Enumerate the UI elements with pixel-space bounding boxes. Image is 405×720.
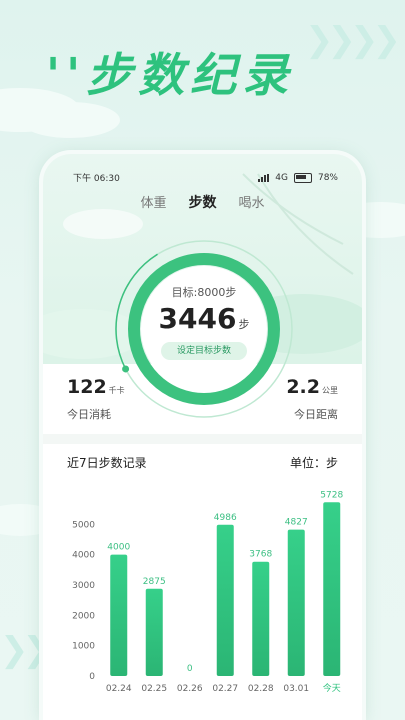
records-unit: 单位：步 <box>289 456 338 470</box>
battery-level: 78% <box>317 172 338 183</box>
section-divider <box>43 434 362 444</box>
calories-value: 122 <box>67 376 107 398</box>
phone-screen: 下午 06:30 4G 78% 体重 步数 喝水 目标:8000步 3446 步 … <box>43 154 362 720</box>
x-tick-label: 02.24 <box>106 684 132 694</box>
ring-content: 目标:8000步 3446 步 设定目标步数 <box>109 234 299 424</box>
bar-value-label: 5728 <box>320 490 343 500</box>
status-time: 下午 06:30 <box>73 174 120 184</box>
chart-bar[interactable] <box>323 502 341 676</box>
x-tick-label: 02.28 <box>248 684 274 694</box>
distance-value: 2.2 <box>286 376 320 398</box>
y-tick-label: 5000 <box>72 520 95 530</box>
calories-stat: 122 千卡 <box>67 376 125 398</box>
bar-value-label: 4827 <box>285 518 308 528</box>
chart-bar[interactable] <box>110 554 128 676</box>
bar-value-label: 4000 <box>107 543 130 553</box>
network-type: 4G <box>275 172 288 183</box>
chart-bar[interactable] <box>145 588 163 676</box>
step-count: 3446 步 <box>109 302 299 335</box>
chart-bar[interactable] <box>216 524 234 676</box>
status-bar: 下午 06:30 4G 78% <box>73 171 338 184</box>
chevrons-decoration-bottom: ❯❯ <box>0 630 51 670</box>
chart-bar[interactable] <box>252 561 270 676</box>
tab-weight[interactable]: 体重 <box>140 192 166 212</box>
x-tick-label: 03.01 <box>283 684 309 694</box>
y-tick-label: 3000 <box>72 581 95 591</box>
bar-value-label: 2875 <box>143 577 166 587</box>
chart-bar[interactable] <box>287 529 305 676</box>
x-tick-label: 02.26 <box>177 684 203 694</box>
x-tick-label: 今天 <box>323 682 341 694</box>
tab-water[interactable]: 喝水 <box>239 192 265 212</box>
promo-title: ''步数纪录 <box>46 48 295 102</box>
target-text: 目标:8000步 <box>171 286 237 299</box>
calories-label: 今日消耗 <box>67 408 111 421</box>
distance-stat: 2.2 公里 <box>286 376 338 398</box>
y-tick-label: 4000 <box>72 551 95 561</box>
chevrons-decoration: ❯❯❯❯ <box>305 20 401 60</box>
distance-unit: 公里 <box>322 386 338 395</box>
distance-label: 今日距离 <box>294 408 338 421</box>
y-tick-label: 1000 <box>72 642 95 652</box>
step-unit: 步 <box>238 318 250 331</box>
battery-icon <box>293 172 312 183</box>
y-tick-label: 2000 <box>72 611 95 621</box>
tab-steps[interactable]: 步数 <box>189 192 217 212</box>
records-title: 近7日步数记录 <box>67 456 147 470</box>
set-goal-button[interactable]: 设定目标步数 <box>161 342 247 360</box>
y-tick-label: 0 <box>89 672 95 682</box>
steps-bar-chart: 0 1000 2000 3000 4000 5000 4000 02.24 2875 02.25 0… <box>72 490 343 694</box>
x-tick-label: 02.27 <box>212 684 238 694</box>
bar-value-label: 0 <box>187 664 193 674</box>
calories-unit: 千卡 <box>108 386 125 395</box>
status-right: 4G 78% <box>258 171 338 184</box>
bar-value-label: 3768 <box>249 550 272 560</box>
bar-value-label: 4986 <box>214 513 237 523</box>
tab-bar: 体重 步数 喝水 <box>43 192 362 212</box>
x-tick-label: 02.25 <box>141 684 167 694</box>
step-value: 3446 <box>158 302 237 335</box>
signal-icon <box>258 173 270 182</box>
step-progress-ring: 目标:8000步 3446 步 设定目标步数 <box>109 234 299 424</box>
